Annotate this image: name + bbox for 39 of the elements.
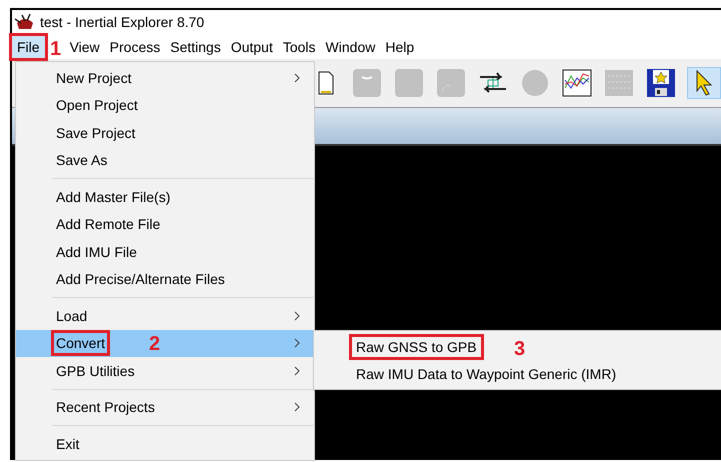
menu-item[interactable]: Add Master File(s) — [16, 183, 314, 210]
menu-item[interactable]: Add Precise/Alternate Files — [16, 266, 314, 293]
menu-item[interactable]: Recent Projects — [16, 394, 314, 421]
window-title: test - Inertial Explorer 8.70 — [40, 14, 204, 30]
menu-item[interactable]: Save As — [16, 146, 314, 174]
circle-icon — [520, 68, 550, 98]
menu-item[interactable]: Help — [380, 36, 420, 58]
submenu-item[interactable]: Raw GNSS to GPB 3 — [314, 333, 721, 360]
step-number: 3 — [513, 337, 526, 361]
menu-item[interactable]: Save Project — [16, 119, 314, 146]
rounded-square-icon — [436, 68, 466, 98]
menu-item[interactable]: Open Project — [16, 92, 314, 119]
menu-item[interactable]: Output — [226, 36, 278, 58]
menu-item[interactable]: Tools — [278, 36, 321, 58]
rounded-square-icon — [352, 68, 382, 98]
toolbar-button[interactable] — [560, 67, 593, 99]
toolbar-button[interactable] — [686, 67, 721, 99]
menu-item[interactable]: Process — [104, 36, 166, 58]
menu-item[interactable]: Add IMU File — [16, 238, 314, 266]
menu-item[interactable]: Convert 2 — [16, 330, 314, 357]
menu-item[interactable]: Add Remote File — [16, 210, 314, 238]
menu-item[interactable]: New Project — [16, 64, 314, 92]
step-number: 1 — [50, 39, 62, 59]
line-chart-icon — [562, 68, 592, 98]
menu-item[interactable]: Window — [320, 36, 380, 58]
step-number: 2 — [149, 334, 160, 354]
pointer-icon — [694, 69, 714, 97]
menu-item[interactable]: Exit — [16, 430, 314, 458]
menu-item[interactable]: Settings — [165, 36, 226, 58]
document-icon — [317, 70, 336, 96]
grid-icon — [604, 68, 634, 98]
menu-item[interactable]: View — [64, 36, 105, 58]
rounded-square-icon — [394, 68, 424, 98]
menu-item[interactable]: Load — [16, 302, 314, 330]
toolbar-button[interactable] — [644, 67, 677, 99]
app-logo-icon — [14, 13, 36, 31]
menu-item[interactable]: File — [12, 36, 45, 58]
submenu-item[interactable]: Raw IMU Data to Waypoint Generic (IMR) — [314, 360, 721, 387]
menu-item[interactable]: GPB Utilities — [16, 357, 314, 384]
